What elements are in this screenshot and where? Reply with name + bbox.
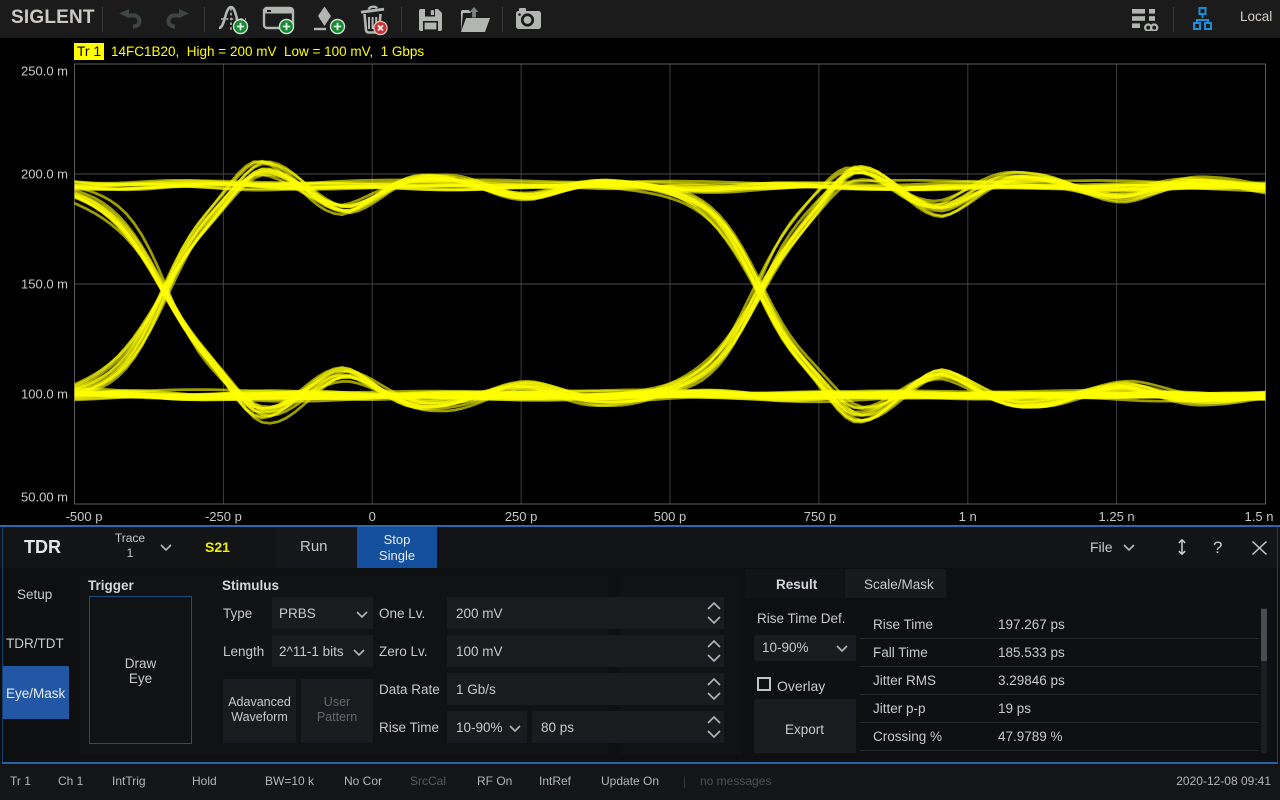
svg-text:500 p: 500 p [654, 509, 687, 524]
svg-text:-500 p: -500 p [66, 509, 103, 524]
svg-text:0: 0 [369, 509, 376, 524]
svg-text:50.00 m: 50.00 m [21, 490, 68, 505]
svg-text:250.0 m: 250.0 m [21, 64, 68, 79]
svg-text:150.0 m: 150.0 m [21, 277, 68, 292]
svg-text:1 n: 1 n [959, 509, 977, 524]
svg-text:750 p: 750 p [804, 509, 837, 524]
svg-text:1.25 n: 1.25 n [1099, 509, 1135, 524]
svg-text:200.0 m: 200.0 m [21, 167, 68, 182]
svg-text:-250 p: -250 p [205, 509, 242, 524]
svg-text:250 p: 250 p [505, 509, 538, 524]
svg-text:1.5 n: 1.5 n [1245, 509, 1274, 524]
svg-text:100.0 m: 100.0 m [21, 387, 68, 402]
